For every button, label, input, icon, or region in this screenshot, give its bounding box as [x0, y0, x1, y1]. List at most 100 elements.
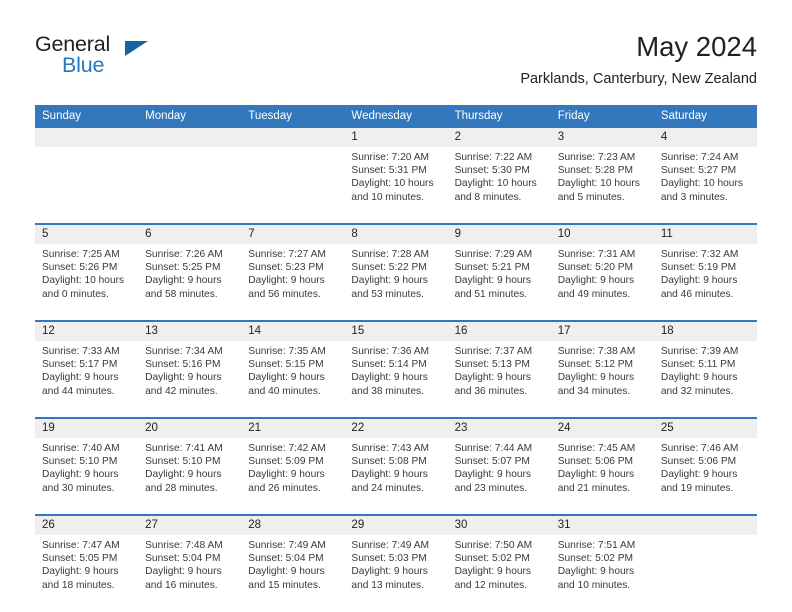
day-cell[interactable]: Sunrise: 7:32 AM Sunset: 5:19 PM Dayligh…	[653, 244, 757, 320]
sunset-text: Sunset: 5:04 PM	[248, 553, 324, 565]
sunrise-text: Sunrise: 7:33 AM	[42, 346, 120, 357]
logo-triangle-icon	[125, 41, 148, 56]
day-number[interactable]: 3	[550, 128, 654, 147]
sunrise-text: Sunrise: 7:47 AM	[42, 540, 120, 551]
sunset-text: Sunset: 5:16 PM	[145, 359, 221, 371]
day-cell[interactable]: Sunrise: 7:47 AM Sunset: 5:05 PM Dayligh…	[35, 535, 139, 611]
day-number[interactable]: 20	[138, 419, 242, 438]
sunset-text: Sunset: 5:30 PM	[454, 165, 530, 177]
day-number[interactable]: 19	[35, 419, 139, 438]
day-number[interactable]: 12	[35, 322, 139, 341]
day-cell[interactable]: Sunrise: 7:33 AM Sunset: 5:17 PM Dayligh…	[35, 341, 139, 417]
sunset-text: Sunset: 5:12 PM	[557, 359, 634, 371]
day-cell[interactable]: Sunrise: 7:45 AM Sunset: 5:06 PM Dayligh…	[550, 438, 654, 514]
day-number[interactable]: 31	[550, 516, 654, 535]
day-cell[interactable]: Sunrise: 7:34 AM Sunset: 5:16 PM Dayligh…	[138, 341, 242, 417]
day-number[interactable]: 4	[653, 128, 757, 147]
day-number[interactable]: 1	[344, 128, 448, 147]
page-title: May 2024	[636, 31, 757, 62]
sunrise-text: Sunrise: 7:50 AM	[454, 540, 533, 551]
day-number[interactable]: 10	[550, 225, 654, 244]
day-number[interactable]: 28	[241, 516, 345, 535]
day-cell[interactable]: Sunrise: 7:36 AM Sunset: 5:14 PM Dayligh…	[344, 341, 448, 417]
daylight-text-line2: and 10 minutes.	[557, 579, 631, 591]
day-cell[interactable]: Sunrise: 7:40 AM Sunset: 5:10 PM Dayligh…	[35, 438, 139, 514]
daylight-text-line2: and 51 minutes.	[454, 288, 528, 300]
day-number[interactable]: 9	[447, 225, 551, 244]
day-number[interactable]: 21	[241, 419, 345, 438]
sunrise-text: Sunrise: 7:31 AM	[557, 249, 636, 260]
day-cell[interactable]: Sunrise: 7:39 AM Sunset: 5:11 PM Dayligh…	[653, 341, 757, 417]
daylight-text-line1: Daylight: 9 hours	[248, 566, 325, 578]
week-2-daynumber-row: 5 6 7 8 9 10 11	[35, 225, 757, 244]
logo-text-blue: Blue	[62, 53, 105, 77]
daylight-text-line1: Daylight: 9 hours	[42, 372, 119, 384]
sunrise-text: Sunrise: 7:39 AM	[660, 346, 739, 357]
day-number[interactable]: 25	[653, 419, 757, 438]
sunrise-text: Sunrise: 7:20 AM	[351, 152, 430, 163]
day-cell[interactable]: Sunrise: 7:42 AM Sunset: 5:09 PM Dayligh…	[241, 438, 345, 514]
day-number[interactable]: 2	[447, 128, 551, 147]
day-cell[interactable]: Sunrise: 7:27 AM Sunset: 5:23 PM Dayligh…	[241, 244, 345, 320]
day-cell[interactable]: Sunrise: 7:44 AM Sunset: 5:07 PM Dayligh…	[447, 438, 551, 514]
day-number[interactable]: 30	[447, 516, 551, 535]
calendar-page: General Blue May 2024 Parklands, Canterb…	[0, 0, 792, 612]
day-number[interactable]: 18	[653, 322, 757, 341]
day-number[interactable]: 8	[344, 225, 448, 244]
day-cell[interactable]: Sunrise: 7:26 AM Sunset: 5:25 PM Dayligh…	[138, 244, 242, 320]
day-cell[interactable]: Sunrise: 7:28 AM Sunset: 5:22 PM Dayligh…	[344, 244, 448, 320]
day-cell[interactable]: Sunrise: 7:37 AM Sunset: 5:13 PM Dayligh…	[447, 341, 551, 417]
day-cell[interactable]: Sunrise: 7:48 AM Sunset: 5:04 PM Dayligh…	[138, 535, 242, 611]
day-number[interactable]: 29	[344, 516, 448, 535]
day-number[interactable]: 13	[138, 322, 242, 341]
daylight-text-line2: and 58 minutes.	[145, 288, 218, 300]
sunrise-text: Sunrise: 7:29 AM	[454, 249, 533, 260]
sunset-text: Sunset: 5:04 PM	[145, 553, 221, 565]
day-cell[interactable]: Sunrise: 7:25 AM Sunset: 5:26 PM Dayligh…	[35, 244, 139, 320]
sunrise-text: Sunrise: 7:27 AM	[248, 249, 326, 260]
week-5-info-row: Sunrise: 7:47 AM Sunset: 5:05 PM Dayligh…	[35, 535, 757, 611]
day-cell[interactable]: Sunrise: 7:29 AM Sunset: 5:21 PM Dayligh…	[447, 244, 551, 320]
day-cell[interactable]: Sunrise: 7:23 AM Sunset: 5:28 PM Dayligh…	[550, 147, 654, 223]
day-number[interactable]: 16	[447, 322, 551, 341]
sunset-text: Sunset: 5:28 PM	[557, 165, 634, 177]
daylight-text-line1: Daylight: 9 hours	[145, 372, 222, 384]
day-number[interactable]: 15	[344, 322, 448, 341]
day-cell[interactable]: Sunrise: 7:41 AM Sunset: 5:10 PM Dayligh…	[138, 438, 242, 514]
day-cell[interactable]: Sunrise: 7:49 AM Sunset: 5:04 PM Dayligh…	[241, 535, 345, 611]
day-cell[interactable]: Sunrise: 7:24 AM Sunset: 5:27 PM Dayligh…	[653, 147, 757, 223]
day-number[interactable]: 24	[550, 419, 654, 438]
day-number[interactable]: 14	[241, 322, 345, 341]
day-cell[interactable]: Sunrise: 7:22 AM Sunset: 5:30 PM Dayligh…	[447, 147, 551, 223]
daylight-text-line1: Daylight: 9 hours	[248, 469, 325, 481]
day-cell[interactable]: Sunrise: 7:35 AM Sunset: 5:15 PM Dayligh…	[241, 341, 345, 417]
day-number[interactable]: 22	[344, 419, 448, 438]
sunset-text: Sunset: 5:02 PM	[454, 553, 530, 565]
calendar-table: Sunday Monday Tuesday Wednesday Thursday…	[35, 105, 757, 611]
day-number[interactable]: 17	[550, 322, 654, 341]
sunrise-text: Sunrise: 7:23 AM	[557, 152, 636, 163]
day-number[interactable]: 11	[653, 225, 757, 244]
calendar-grid: Sunday Monday Tuesday Wednesday Thursday…	[35, 105, 757, 611]
day-cell[interactable]: Sunrise: 7:31 AM Sunset: 5:20 PM Dayligh…	[550, 244, 654, 320]
day-cell[interactable]: Sunrise: 7:49 AM Sunset: 5:03 PM Dayligh…	[344, 535, 448, 611]
day-cell[interactable]: Sunrise: 7:20 AM Sunset: 5:31 PM Dayligh…	[344, 147, 448, 223]
page-header: General Blue May 2024 Parklands, Canterb…	[35, 30, 757, 98]
daylight-text-line1: Daylight: 9 hours	[351, 469, 428, 481]
day-number[interactable]: 6	[138, 225, 242, 244]
day-cell[interactable]: Sunrise: 7:43 AM Sunset: 5:08 PM Dayligh…	[344, 438, 448, 514]
daylight-text-line2: and 13 minutes.	[351, 579, 424, 591]
daylight-text-line1: Daylight: 9 hours	[42, 469, 119, 481]
day-cell[interactable]: Sunrise: 7:50 AM Sunset: 5:02 PM Dayligh…	[447, 535, 551, 611]
day-cell[interactable]: Sunrise: 7:51 AM Sunset: 5:02 PM Dayligh…	[550, 535, 654, 611]
day-number[interactable]: 7	[241, 225, 345, 244]
day-cell[interactable]: Sunrise: 7:46 AM Sunset: 5:06 PM Dayligh…	[653, 438, 757, 514]
daylight-text-line2: and 16 minutes.	[145, 579, 218, 591]
sunrise-text: Sunrise: 7:36 AM	[351, 346, 430, 357]
day-number[interactable]: 5	[35, 225, 139, 244]
day-number[interactable]: 23	[447, 419, 551, 438]
general-blue-logo[interactable]: General Blue	[35, 32, 235, 84]
day-number[interactable]: 26	[35, 516, 139, 535]
day-cell[interactable]: Sunrise: 7:38 AM Sunset: 5:12 PM Dayligh…	[550, 341, 654, 417]
day-number[interactable]: 27	[138, 516, 242, 535]
